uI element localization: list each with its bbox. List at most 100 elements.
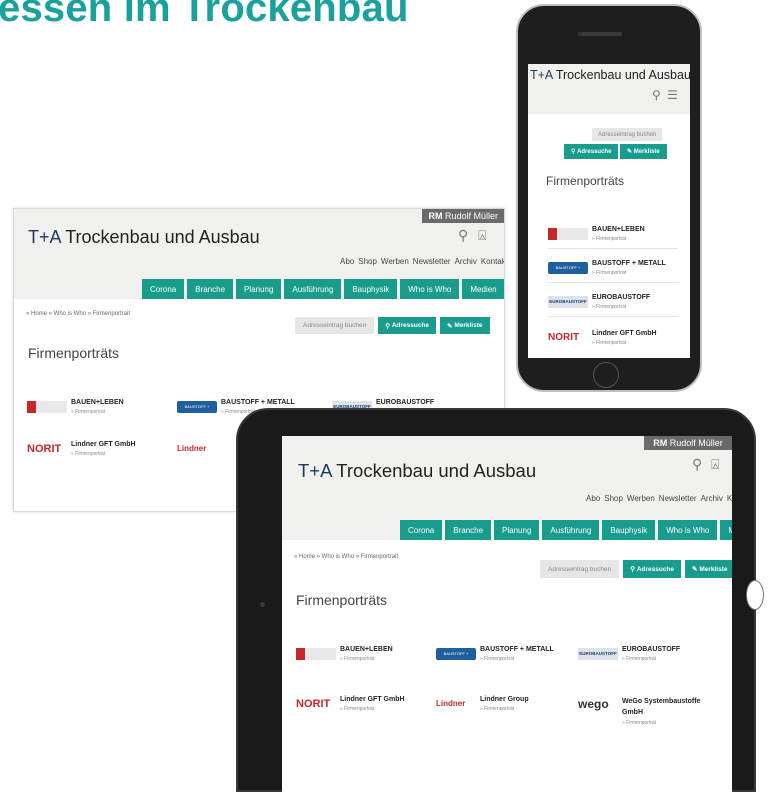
nav-corona[interactable]: Corona [400, 520, 443, 540]
norit-logo: NORIT [548, 332, 580, 343]
site-logo[interactable]: T+A Trockenbau und Ausbau [530, 68, 690, 82]
bookmark-button[interactable]: ✎ Merkliste [620, 144, 667, 159]
topnav-newsletter[interactable]: Newsletter [413, 257, 451, 266]
pin-icon: ✎ [627, 149, 634, 155]
booking-button[interactable]: Adresseintrag buchen [295, 317, 375, 334]
list-item[interactable]: wego WeGo Systembaustoffe GmbH » Firmenp… [578, 696, 718, 730]
topnav-newsletter[interactable]: Newsletter [659, 494, 697, 503]
page-title: Firmenporträts [28, 345, 120, 361]
tablet-side-button[interactable] [746, 580, 764, 610]
search-icon: ⚲ [630, 566, 637, 573]
address-search-button[interactable]: ⚲ Adressuche [378, 317, 437, 334]
top-nav: Abo Shop Werben Newsletter Archiv Kontakt [336, 257, 504, 266]
eurobaustoff-logo: EUROBAUSTOFF [578, 648, 618, 660]
list-item[interactable]: NORIT Lindner GFT GmbH » Firmenporträt [548, 330, 678, 352]
search-icon[interactable]: ⚲ [692, 456, 702, 472]
action-buttons: Adresseintrag buchen ⚲ Adressuche ✎ Merk… [540, 560, 732, 578]
tablet-device: RM Rudolf Müller T+A Trockenbau und Ausb… [236, 408, 764, 794]
nav-branche[interactable]: Branche [187, 279, 234, 299]
lock-icon[interactable]: ⍓ [711, 456, 719, 472]
baustoff-metall-logo: BAUSTOFF + METALL [548, 262, 588, 282]
list-item[interactable]: BAUEN+LEBEN » Firmenporträt [27, 399, 167, 421]
search-icon[interactable]: ⚲ [458, 227, 468, 243]
nav-medien[interactable]: Medien [462, 279, 504, 299]
list-item[interactable]: EUROBAUSTOFF EUROBAUSTOFF » Firmenporträ… [578, 646, 718, 668]
wego-logo: wego [578, 697, 609, 711]
nav-whoiswho[interactable]: Who is Who [400, 279, 460, 299]
topnav-abo[interactable]: Abo [340, 257, 354, 266]
rm-bar[interactable]: RM Rudolf Müller [644, 436, 732, 450]
home-button[interactable] [593, 362, 619, 388]
eurobaustoff-logo: EUROBAUSTOFF [548, 296, 588, 308]
pin-icon: ✎ [447, 322, 455, 330]
nav-medien[interactable]: Medien [720, 520, 732, 540]
booking-button[interactable]: Adresseintrag buchen [540, 560, 620, 578]
baustoff-metall-logo: BAUSTOFF + METALL [436, 648, 476, 668]
booking-button[interactable]: Adresseintrag buchen [592, 128, 663, 141]
page-headline: essen im Trockenbau [0, 0, 409, 30]
baustoff-metall-logo: BAUSTOFF + METALL [177, 401, 217, 421]
topnav-werben[interactable]: Werben [627, 494, 655, 503]
page-title: Firmenporträts [546, 174, 625, 188]
page-title: Firmenporträts [296, 592, 388, 608]
topnav-werben[interactable]: Werben [381, 257, 409, 266]
lock-icon[interactable]: ⍓ [478, 227, 486, 243]
search-icon[interactable]: ⚲ [652, 88, 661, 102]
norit-logo: NORIT [27, 443, 62, 455]
nav-ausfuehrung[interactable]: Ausführung [542, 520, 600, 540]
nav-ausfuehrung[interactable]: Ausführung [284, 279, 342, 299]
list-item[interactable]: EUROBAUSTOFF EUROBAUSTOFF » Firmenporträ… [548, 294, 678, 317]
tablet-site: RM Rudolf Müller T+A Trockenbau und Ausb… [282, 436, 732, 794]
nav-whoiswho[interactable]: Who is Who [658, 520, 718, 540]
site-logo[interactable]: T+A Trockenbau und Ausbau [28, 227, 260, 248]
bauen-leben-logo [27, 401, 67, 413]
phone-speaker [580, 32, 622, 36]
header-tools: ⚲ ☰ [652, 88, 678, 102]
main-nav: Corona Branche Planung Ausführung Bauphy… [142, 279, 504, 299]
nav-planung[interactable]: Planung [236, 279, 282, 299]
phone-camera [578, 32, 582, 36]
header-tools: ⚲ ⍓ [692, 456, 720, 473]
nav-corona[interactable]: Corona [142, 279, 185, 299]
topnav-shop[interactable]: Shop [604, 494, 623, 503]
list-item[interactable]: BAUSTOFF + METALL BAUSTOFF + METALL » Fi… [436, 646, 576, 668]
list-item[interactable]: Lindner Lindner Group » Firmenporträt [436, 696, 576, 718]
main-nav: Corona Branche Planung Ausführung Bauphy… [400, 520, 732, 540]
bookmark-button[interactable]: ✎ Merkliste [440, 317, 490, 334]
topnav-archiv[interactable]: Archiv [455, 257, 477, 266]
nav-planung[interactable]: Planung [494, 520, 540, 540]
breadcrumb[interactable]: » Home » Who is Who » Firmenportrait [294, 554, 398, 560]
bauen-leben-logo [296, 648, 336, 660]
topnav-kontakt[interactable]: Kontakt [481, 257, 504, 266]
topnav-shop[interactable]: Shop [358, 257, 377, 266]
header-tools: ⚲ ⍓ [458, 227, 487, 244]
nav-bauphysik[interactable]: Bauphysik [602, 520, 656, 540]
list-item[interactable]: NORIT Lindner GFT GmbH » Firmenporträt [296, 696, 426, 718]
menu-icon[interactable]: ☰ [667, 88, 678, 102]
list-item[interactable]: BAUEN+LEBEN » Firmenporträt [548, 226, 678, 249]
topnav-kontakt[interactable]: Kontakt [727, 494, 732, 503]
bookmark-button[interactable]: ✎ Merkliste [685, 560, 732, 578]
tablet-camera [260, 602, 265, 607]
list-item[interactable]: BAUEN+LEBEN » Firmenporträt [296, 646, 426, 668]
nav-branche[interactable]: Branche [445, 520, 492, 540]
address-search-button[interactable]: ⚲ Adressuche [564, 144, 619, 159]
bauen-leben-logo [548, 228, 588, 240]
phone-site: T+A Trockenbau und Ausbau ⚲ ☰ Adresseint… [528, 64, 690, 358]
topnav-archiv[interactable]: Archiv [701, 494, 723, 503]
lindner-logo: Lindner [177, 444, 207, 453]
phone-device: T+A Trockenbau und Ausbau ⚲ ☰ Adresseint… [516, 4, 702, 392]
lindner-logo: Lindner [436, 699, 466, 708]
nav-bauphysik[interactable]: Bauphysik [344, 279, 398, 299]
norit-logo: NORIT [296, 698, 331, 710]
site-logo[interactable]: T+A Trockenbau und Ausbau [298, 460, 536, 482]
address-search-button[interactable]: ⚲ Adressuche [623, 560, 682, 578]
list-item[interactable]: NORIT Lindner GFT GmbH » Firmenporträt [27, 441, 167, 463]
top-nav: Abo Shop Werben Newsletter Archiv Kontakt [582, 494, 732, 503]
topnav-abo[interactable]: Abo [586, 494, 600, 503]
list-item[interactable]: BAUSTOFF + METALL BAUSTOFF + METALL » Fi… [548, 260, 678, 283]
action-buttons: Adresseintrag buchen ⚲ Adressuche ✎ Merk… [295, 317, 490, 334]
rm-bar[interactable]: RM Rudolf Müller [422, 209, 504, 223]
search-icon: ⚲ [385, 322, 392, 330]
breadcrumb[interactable]: » Home » Who is Who » Firmenportrait [26, 311, 130, 317]
